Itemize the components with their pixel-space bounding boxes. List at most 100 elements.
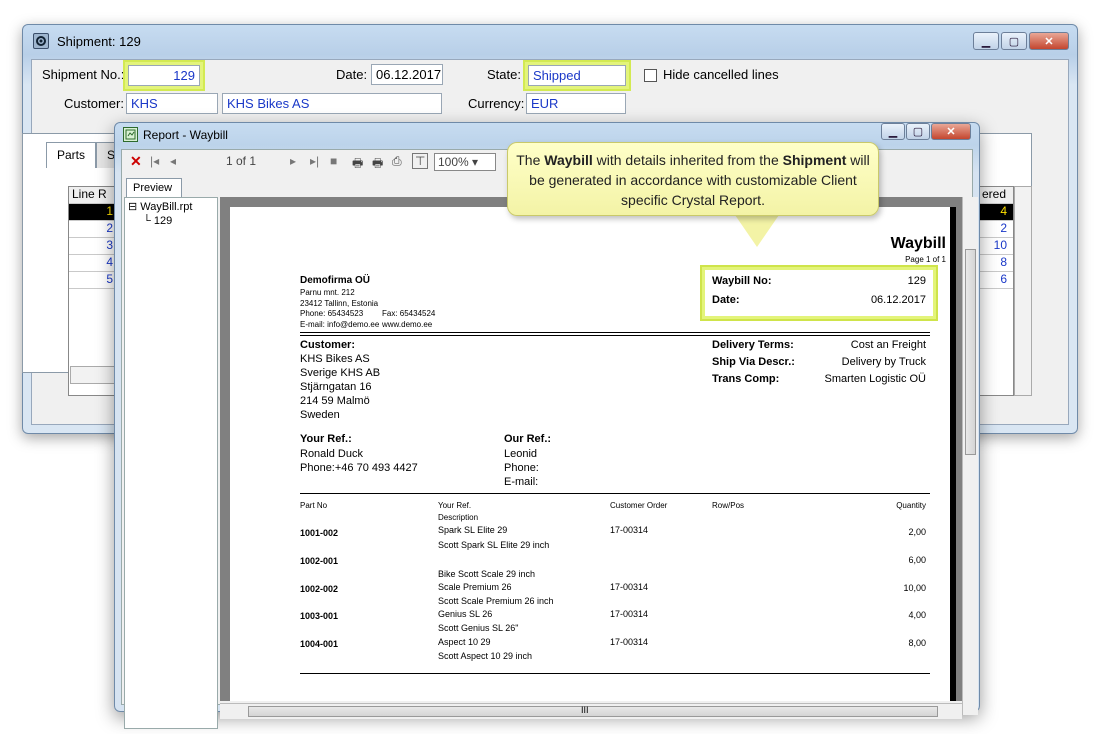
table-cell[interactable]: 6 xyxy=(979,272,1013,289)
date-label: Date: xyxy=(336,67,368,82)
table-cell[interactable]: 4 xyxy=(979,204,1013,221)
shipment-no-field[interactable]: 129 xyxy=(128,65,200,86)
trans-comp-value: Smarten Logistic OÜ xyxy=(824,373,926,385)
shipment-no-label: Shipment No.: xyxy=(42,67,125,82)
minimize-button[interactable]: ▁ xyxy=(881,123,905,140)
hide-cancelled-checkbox[interactable] xyxy=(644,69,657,82)
customer-line: Sweden xyxy=(300,409,340,421)
callout-text: with details inherited from the xyxy=(592,152,783,168)
delivery-terms-label: Delivery Terms: xyxy=(712,339,794,351)
waybill-date-label: Date: xyxy=(712,294,740,306)
table-row[interactable]: 5 xyxy=(69,272,119,289)
page-indicator: 1 of 1 xyxy=(226,154,257,168)
customer-heading: Customer: xyxy=(300,339,356,351)
maximize-button[interactable]: ▢ xyxy=(906,123,930,140)
first-page-icon[interactable]: |◂ xyxy=(150,154,159,168)
tab-parts[interactable]: Parts xyxy=(46,142,97,168)
page-number: Page 1 of 1 xyxy=(905,255,946,264)
table-cell[interactable]: 10 xyxy=(979,238,1013,255)
collapse-icon[interactable]: ⊟ xyxy=(128,201,137,213)
export-icon[interactable]: ⎙ xyxy=(392,154,402,169)
table-cell[interactable]: 2 xyxy=(979,221,1013,238)
table-row[interactable]: 3 xyxy=(69,238,119,255)
waybill-page: Waybill Page 1 of 1 Demofirma OÜ Parnu m… xyxy=(230,207,956,701)
grid-header-line[interactable]: Line R xyxy=(69,187,119,204)
state-field[interactable]: Shipped xyxy=(528,65,626,86)
next-page-icon[interactable]: ▸ xyxy=(290,154,296,168)
state-label: State: xyxy=(487,67,521,82)
trans-comp-label: Trans Comp: xyxy=(712,373,780,385)
callout-text: The xyxy=(516,152,545,168)
grid-header-ordered[interactable]: ered xyxy=(979,187,1013,204)
scroll-thumb[interactable] xyxy=(965,249,976,455)
divider xyxy=(300,493,930,494)
tree-root[interactable]: ⊟ WayBill.rpt xyxy=(125,198,217,215)
row-desc: Scott Scale Premium 26 inch xyxy=(438,596,554,606)
tree-child[interactable]: └ 129 xyxy=(125,215,217,227)
scroll-thumb[interactable]: III xyxy=(248,705,938,717)
close-button[interactable]: ✕ xyxy=(1029,32,1069,50)
row-qty: 8,00 xyxy=(908,638,926,648)
your-ref-label: Your Ref.: xyxy=(300,433,352,445)
close-button[interactable]: ✕ xyxy=(931,123,971,140)
ship-via-value: Delivery by Truck xyxy=(841,356,926,368)
company-phone: Phone: 65434523 xyxy=(300,309,364,318)
table-row[interactable]: 4 xyxy=(69,255,119,272)
divider xyxy=(300,673,930,674)
report-icon xyxy=(123,127,138,142)
table-row[interactable]: 2 xyxy=(69,221,119,238)
your-ref-phone: Phone:+46 70 493 4427 xyxy=(300,462,418,474)
col-part-no: Part No xyxy=(300,501,328,510)
table-cell[interactable]: 8 xyxy=(979,255,1013,272)
grid-horizontal-scrollbar[interactable] xyxy=(70,366,118,384)
row-desc: Scott Spark SL Elite 29 inch xyxy=(438,540,550,550)
row-part: 1002-001 xyxy=(300,556,339,566)
customer-line: 214 59 Malmö xyxy=(300,395,370,407)
company-address-1: Parnu mnt. 212 xyxy=(300,288,355,297)
prev-page-icon[interactable]: ◂ xyxy=(170,154,176,168)
row-qty: 10,00 xyxy=(903,583,926,593)
company-name: Demofirma OÜ xyxy=(300,275,371,286)
tab-preview[interactable]: Preview xyxy=(126,178,182,198)
callout-bold: Waybill xyxy=(544,152,593,168)
info-callout: The Waybill with details inherited from … xyxy=(507,142,879,216)
col-description: Description xyxy=(438,513,479,522)
report-horizontal-scrollbar[interactable]: III xyxy=(220,703,962,719)
table-row[interactable]: 1 xyxy=(69,204,119,221)
row-qty: 4,00 xyxy=(908,610,926,620)
company-web: www.demo.ee xyxy=(382,320,433,329)
last-page-icon[interactable]: ▸| xyxy=(310,154,319,168)
window-controls: ▁ ▢ ✕ xyxy=(973,32,1069,50)
date-field[interactable]: 06.12.2017 xyxy=(371,64,443,85)
parts-grid-left: Line R 1 2 3 4 5 xyxy=(68,186,120,396)
minimize-button[interactable]: ▁ xyxy=(973,32,999,50)
row-part: 1002-002 xyxy=(300,584,339,594)
waybill-no-value: 129 xyxy=(907,275,926,287)
row-part: 1003-001 xyxy=(300,611,339,621)
stop-icon[interactable]: ■ xyxy=(330,154,337,168)
report-vertical-scrollbar[interactable] xyxy=(962,197,978,715)
customer-name-field[interactable]: KHS Bikes AS xyxy=(222,93,442,114)
close-report-icon[interactable]: ✕ xyxy=(130,153,142,170)
col-customer-order: Customer Order xyxy=(610,501,668,510)
row-qty: 6,00 xyxy=(908,555,926,565)
divider xyxy=(300,335,930,336)
print-icon[interactable]: 🖶 xyxy=(352,154,363,175)
row-ref: Genius SL 26 xyxy=(438,609,493,619)
print-setup-icon[interactable]: 🖶 xyxy=(372,154,383,175)
grid-vertical-scrollbar[interactable] xyxy=(1014,186,1032,396)
report-window-controls: ▁ ▢ ✕ xyxy=(881,123,971,140)
hide-cancelled-label: Hide cancelled lines xyxy=(663,67,779,82)
delivery-terms-value: Cost an Freight xyxy=(850,339,926,351)
row-desc: Scott Genius SL 26" xyxy=(438,623,519,633)
currency-field[interactable]: EUR xyxy=(526,93,626,114)
customer-code-field[interactable]: KHS xyxy=(126,93,218,114)
customer-line: KHS Bikes AS xyxy=(300,353,370,365)
group-tree-icon[interactable]: ⊤ xyxy=(412,153,429,169)
zoom-select[interactable]: 100% ▾ xyxy=(434,153,496,171)
app-gear-icon xyxy=(33,33,49,49)
maximize-button[interactable]: ▢ xyxy=(1001,32,1027,50)
row-order: 17-00314 xyxy=(610,609,649,619)
waybill-title: Waybill xyxy=(890,235,946,252)
company-fax: Fax: 65434524 xyxy=(382,309,436,318)
